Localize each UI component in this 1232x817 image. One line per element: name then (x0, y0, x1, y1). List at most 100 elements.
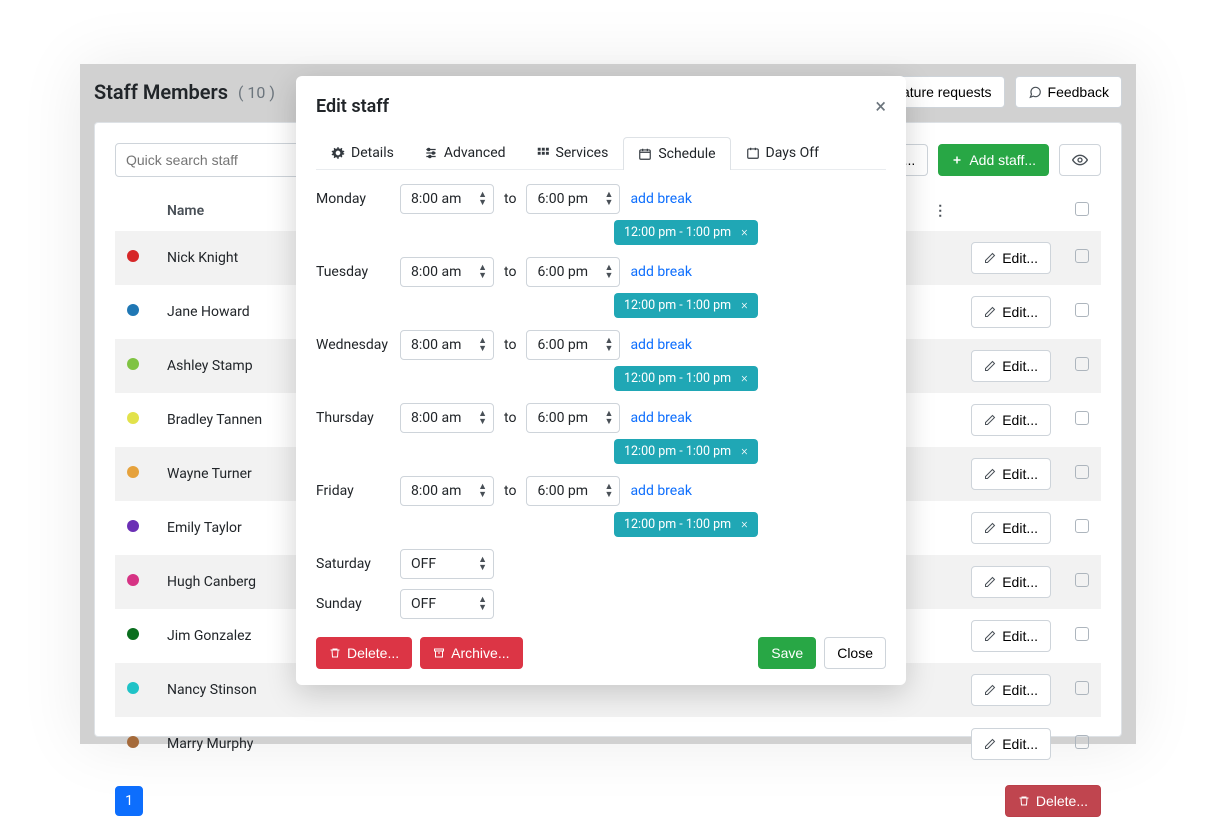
add-staff-button[interactable]: Add staff... (938, 144, 1049, 176)
row-checkbox[interactable] (1075, 465, 1089, 479)
close-button[interactable]: Close (824, 637, 886, 669)
row-checkbox[interactable] (1075, 249, 1089, 263)
edit-button[interactable]: Edit... (971, 458, 1051, 490)
edit-icon (984, 252, 996, 264)
color-dot (127, 250, 139, 262)
tue-break-tag[interactable]: 12:00 pm - 1:00 pm× (614, 293, 758, 318)
edit-icon (984, 684, 996, 696)
saturday-select[interactable]: OFF▲▼ (400, 549, 494, 579)
staff-name: Marry Murphy (155, 717, 831, 771)
row-checkbox[interactable] (1075, 627, 1089, 641)
row-checkbox[interactable] (1075, 357, 1089, 371)
remove-break-icon[interactable]: × (741, 517, 748, 532)
mon-to-select[interactable]: 6:00 pm▲▼ (526, 184, 620, 214)
staff-count: ( 10 ) (238, 83, 275, 102)
thu-to-select[interactable]: 6:00 pm▲▼ (526, 403, 620, 433)
thu-from-select[interactable]: 8:00 am▲▼ (400, 403, 494, 433)
select-all-checkbox[interactable] (1075, 202, 1089, 216)
edit-button[interactable]: Edit... (971, 674, 1051, 706)
page-title: Staff Members (94, 80, 228, 104)
tue-to-select[interactable]: 6:00 pm▲▼ (526, 257, 620, 287)
fri-to-select[interactable]: 6:00 pm▲▼ (526, 476, 620, 506)
trash-icon (1018, 795, 1030, 807)
color-dot (127, 304, 139, 316)
tab-details[interactable]: Details (316, 136, 409, 169)
trash-icon (329, 647, 341, 659)
row-checkbox[interactable] (1075, 411, 1089, 425)
search-input[interactable] (115, 143, 315, 177)
save-button[interactable]: Save (758, 637, 816, 669)
fri-add-break-link[interactable]: add break (630, 483, 692, 499)
plus-icon (951, 154, 963, 166)
fri-break-tag[interactable]: 12:00 pm - 1:00 pm× (614, 512, 758, 537)
color-dot (127, 358, 139, 370)
edit-button[interactable]: Edit... (971, 620, 1051, 652)
edit-button[interactable]: Edit... (971, 296, 1051, 328)
color-dot (127, 520, 139, 532)
archive-button[interactable]: Archive... (420, 637, 522, 669)
edit-icon (984, 468, 996, 480)
mon-break-tag[interactable]: 12:00 pm - 1:00 pm× (614, 220, 758, 245)
options-header[interactable]: ⋮ (921, 191, 959, 231)
bulk-delete-button[interactable]: Delete... (1005, 785, 1101, 817)
edit-button[interactable]: Edit... (971, 404, 1051, 436)
edit-button[interactable]: Edit... (971, 242, 1051, 274)
color-dot (127, 736, 139, 748)
row-checkbox[interactable] (1075, 573, 1089, 587)
sunday-label: Sunday (316, 596, 390, 612)
thu-break-tag[interactable]: 12:00 pm - 1:00 pm× (614, 439, 758, 464)
tab-services[interactable]: Services (521, 136, 624, 169)
thu-add-break-link[interactable]: add break (630, 410, 692, 426)
fri-label: Friday (316, 483, 390, 499)
color-dot (127, 412, 139, 424)
wed-add-break-link[interactable]: add break (630, 337, 692, 353)
tab-daysoff[interactable]: Days Off (731, 136, 834, 169)
color-dot (127, 466, 139, 478)
edit-icon (984, 738, 996, 750)
wed-from-select[interactable]: 8:00 am▲▼ (400, 330, 494, 360)
edit-button[interactable]: Edit... (971, 566, 1051, 598)
remove-break-icon[interactable]: × (741, 225, 748, 240)
mon-from-select[interactable]: 8:00 am▲▼ (400, 184, 494, 214)
remove-break-icon[interactable]: × (741, 298, 748, 313)
wed-to-select[interactable]: 6:00 pm▲▼ (526, 330, 620, 360)
color-dot (127, 574, 139, 586)
archive-icon (433, 647, 445, 659)
gear-icon (331, 146, 345, 160)
edit-icon (984, 522, 996, 534)
fri-from-select[interactable]: 8:00 am▲▼ (400, 476, 494, 506)
tue-label: Tuesday (316, 264, 390, 280)
to-separator: to (504, 483, 516, 499)
tue-add-break-link[interactable]: add break (630, 264, 692, 280)
remove-break-icon[interactable]: × (741, 371, 748, 386)
row-checkbox[interactable] (1075, 519, 1089, 533)
tab-advanced[interactable]: Advanced (409, 136, 521, 169)
edit-icon (984, 360, 996, 372)
close-icon[interactable]: × (875, 94, 886, 118)
sliders-icon (424, 146, 438, 160)
row-checkbox[interactable] (1075, 735, 1089, 749)
to-separator: to (504, 264, 516, 280)
modal-title: Edit staff (316, 96, 389, 117)
row-checkbox[interactable] (1075, 303, 1089, 317)
sunday-select[interactable]: OFF▲▼ (400, 589, 494, 619)
edit-button[interactable]: Edit... (971, 728, 1051, 760)
edit-icon (984, 630, 996, 642)
visibility-button[interactable] (1059, 144, 1101, 176)
thu-label: Thursday (316, 410, 390, 426)
mon-add-break-link[interactable]: add break (630, 191, 692, 207)
remove-break-icon[interactable]: × (741, 444, 748, 459)
to-separator: to (504, 410, 516, 426)
wed-break-tag[interactable]: 12:00 pm - 1:00 pm× (614, 366, 758, 391)
calendar-blank-icon (746, 146, 760, 160)
feedback-button[interactable]: Feedback (1015, 76, 1122, 108)
edit-staff-modal: Edit staff × Details Advanced Services S… (296, 76, 906, 685)
tue-from-select[interactable]: 8:00 am▲▼ (400, 257, 494, 287)
delete-button[interactable]: Delete... (316, 637, 412, 669)
color-dot (127, 628, 139, 640)
tab-schedule[interactable]: Schedule (623, 137, 730, 170)
edit-button[interactable]: Edit... (971, 512, 1051, 544)
grid-icon (536, 146, 550, 160)
row-checkbox[interactable] (1075, 681, 1089, 695)
edit-button[interactable]: Edit... (971, 350, 1051, 382)
